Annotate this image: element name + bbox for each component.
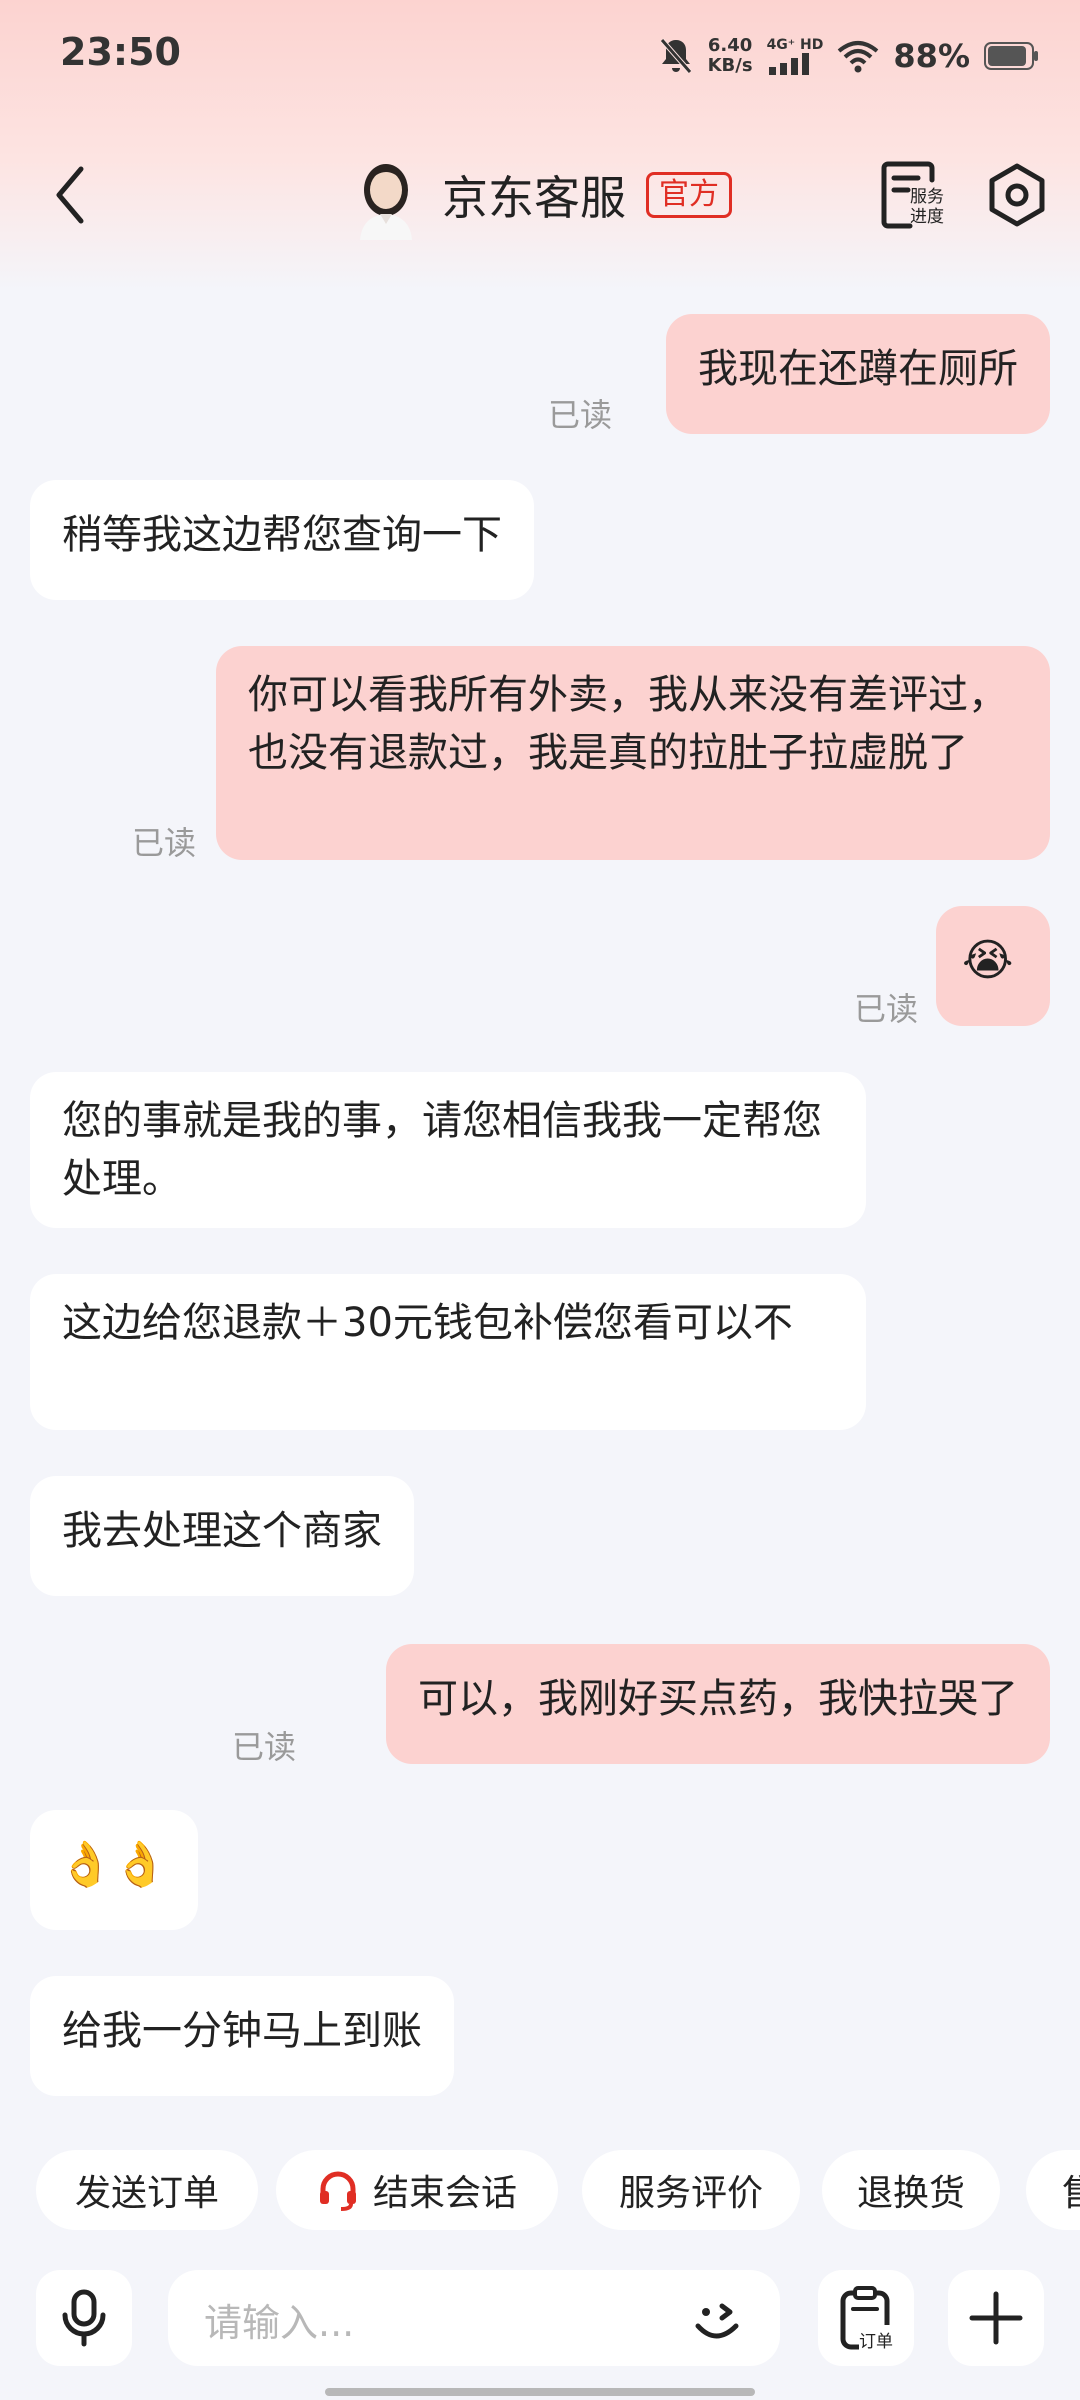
emoji-message-outgoing[interactable]: 😭 [936, 906, 1050, 1026]
after-sales-button[interactable]: 售 [1026, 2150, 1080, 2230]
message-input-placeholder: 请输入... [204, 2301, 355, 2345]
official-badge: 官方 [646, 172, 732, 218]
home-indicator[interactable] [325, 2388, 755, 2396]
microphone-icon [62, 2289, 106, 2347]
more-actions-button[interactable] [948, 2270, 1044, 2366]
read-receipt: 已读 [132, 824, 197, 862]
network-type: 4G⁺ HD [766, 37, 824, 53]
after-sales-label: 售 [1062, 2164, 1080, 2216]
service-progress-icon: 服务 进度 [881, 161, 944, 229]
return-exchange-label: 退换货 [856, 2173, 965, 2214]
speed-value: 6.40 [707, 35, 753, 56]
return-exchange-button[interactable]: 退换货 [822, 2150, 1000, 2230]
headset-icon [319, 2171, 356, 2211]
service-rating-label: 服务评价 [618, 2173, 763, 2214]
back-arrow-icon [56, 166, 84, 224]
end-session-button[interactable]: 结束会话 [276, 2150, 558, 2230]
read-receipt: 已读 [548, 396, 613, 434]
signal-bars-icon [768, 53, 809, 75]
order-label: 订单 [859, 2332, 893, 2351]
message-bubble-incoming[interactable]: 这边给您退款＋30元钱包补偿您看可以不 [30, 1274, 866, 1430]
message-bubble-outgoing[interactable]: 可以，我刚好买点药，我快拉哭了 [386, 1644, 1050, 1764]
message-bubble-incoming[interactable]: 我去处理这个商家 [30, 1476, 414, 1596]
status-time: 23:50 [60, 30, 181, 74]
chat-title: 京东客服 [442, 171, 626, 225]
settings-icon [989, 163, 1045, 227]
emoji-icon[interactable] [686, 2288, 748, 2350]
message-bubble-incoming[interactable]: 稍等我这边帮您查询一下 [30, 480, 534, 600]
battery-percent: 88% [893, 37, 970, 75]
voice-input-button[interactable] [36, 2270, 132, 2366]
plus-icon [969, 2291, 1023, 2345]
status-bar: 23:50 6.40 KB/s 4G⁺ HD 88% [0, 0, 1080, 110]
service-progress-label-1: 服务 [910, 187, 944, 207]
service-rating-button[interactable]: 服务评价 [582, 2150, 800, 2230]
order-clipboard-icon: 订单 [840, 2286, 897, 2351]
mute-bell-icon [659, 38, 692, 74]
service-progress-label-2: 进度 [910, 207, 944, 227]
emoji-message-incoming[interactable]: 👌👌 [30, 1810, 198, 1930]
settings-button[interactable] [982, 160, 1052, 230]
chat-header: 京东客服 官方 服务 进度 [0, 140, 1080, 250]
end-session-label: 结束会话 [372, 2173, 517, 2214]
quick-actions-bar[interactable]: 发送订单 结束会话 服务评价 退换货 售 [0, 2150, 1080, 2230]
send-order-label: 发送订单 [74, 2173, 219, 2214]
battery-icon [984, 42, 1038, 70]
chat-title-group[interactable]: 京东客服 官方 [350, 150, 732, 240]
message-input[interactable]: 请输入... [168, 2270, 780, 2366]
send-order-button[interactable]: 发送订单 [36, 2150, 258, 2230]
message-bubble-incoming[interactable]: 给我一分钟马上到账 [30, 1976, 454, 2096]
read-receipt: 已读 [854, 990, 919, 1028]
input-bar: 请输入... 订单 [0, 2260, 1080, 2370]
agent-avatar [360, 164, 412, 240]
message-bubble-incoming[interactable]: 您的事就是我的事，请您相信我我一定帮您处理。 [30, 1072, 866, 1228]
back-button[interactable] [40, 160, 100, 230]
read-receipt: 已读 [232, 1728, 297, 1766]
message-bubble-outgoing[interactable]: 我现在还蹲在厕所 [666, 314, 1050, 434]
wifi-icon [838, 41, 879, 73]
network-speed: 6.40 KB/s [708, 36, 753, 76]
status-icons: 6.40 KB/s 4G⁺ HD 88% [658, 30, 1040, 82]
speed-unit: KB/s [707, 55, 753, 76]
message-bubble-outgoing[interactable]: 你可以看我所有外卖，我从来没有差评过，也没有退款过，我是真的拉肚子拉虚脱了 [216, 646, 1050, 860]
order-button[interactable]: 订单 [818, 2270, 914, 2366]
service-progress-button[interactable]: 服务 进度 [880, 158, 952, 230]
cellular-signal: 4G⁺ HD [766, 37, 824, 75]
